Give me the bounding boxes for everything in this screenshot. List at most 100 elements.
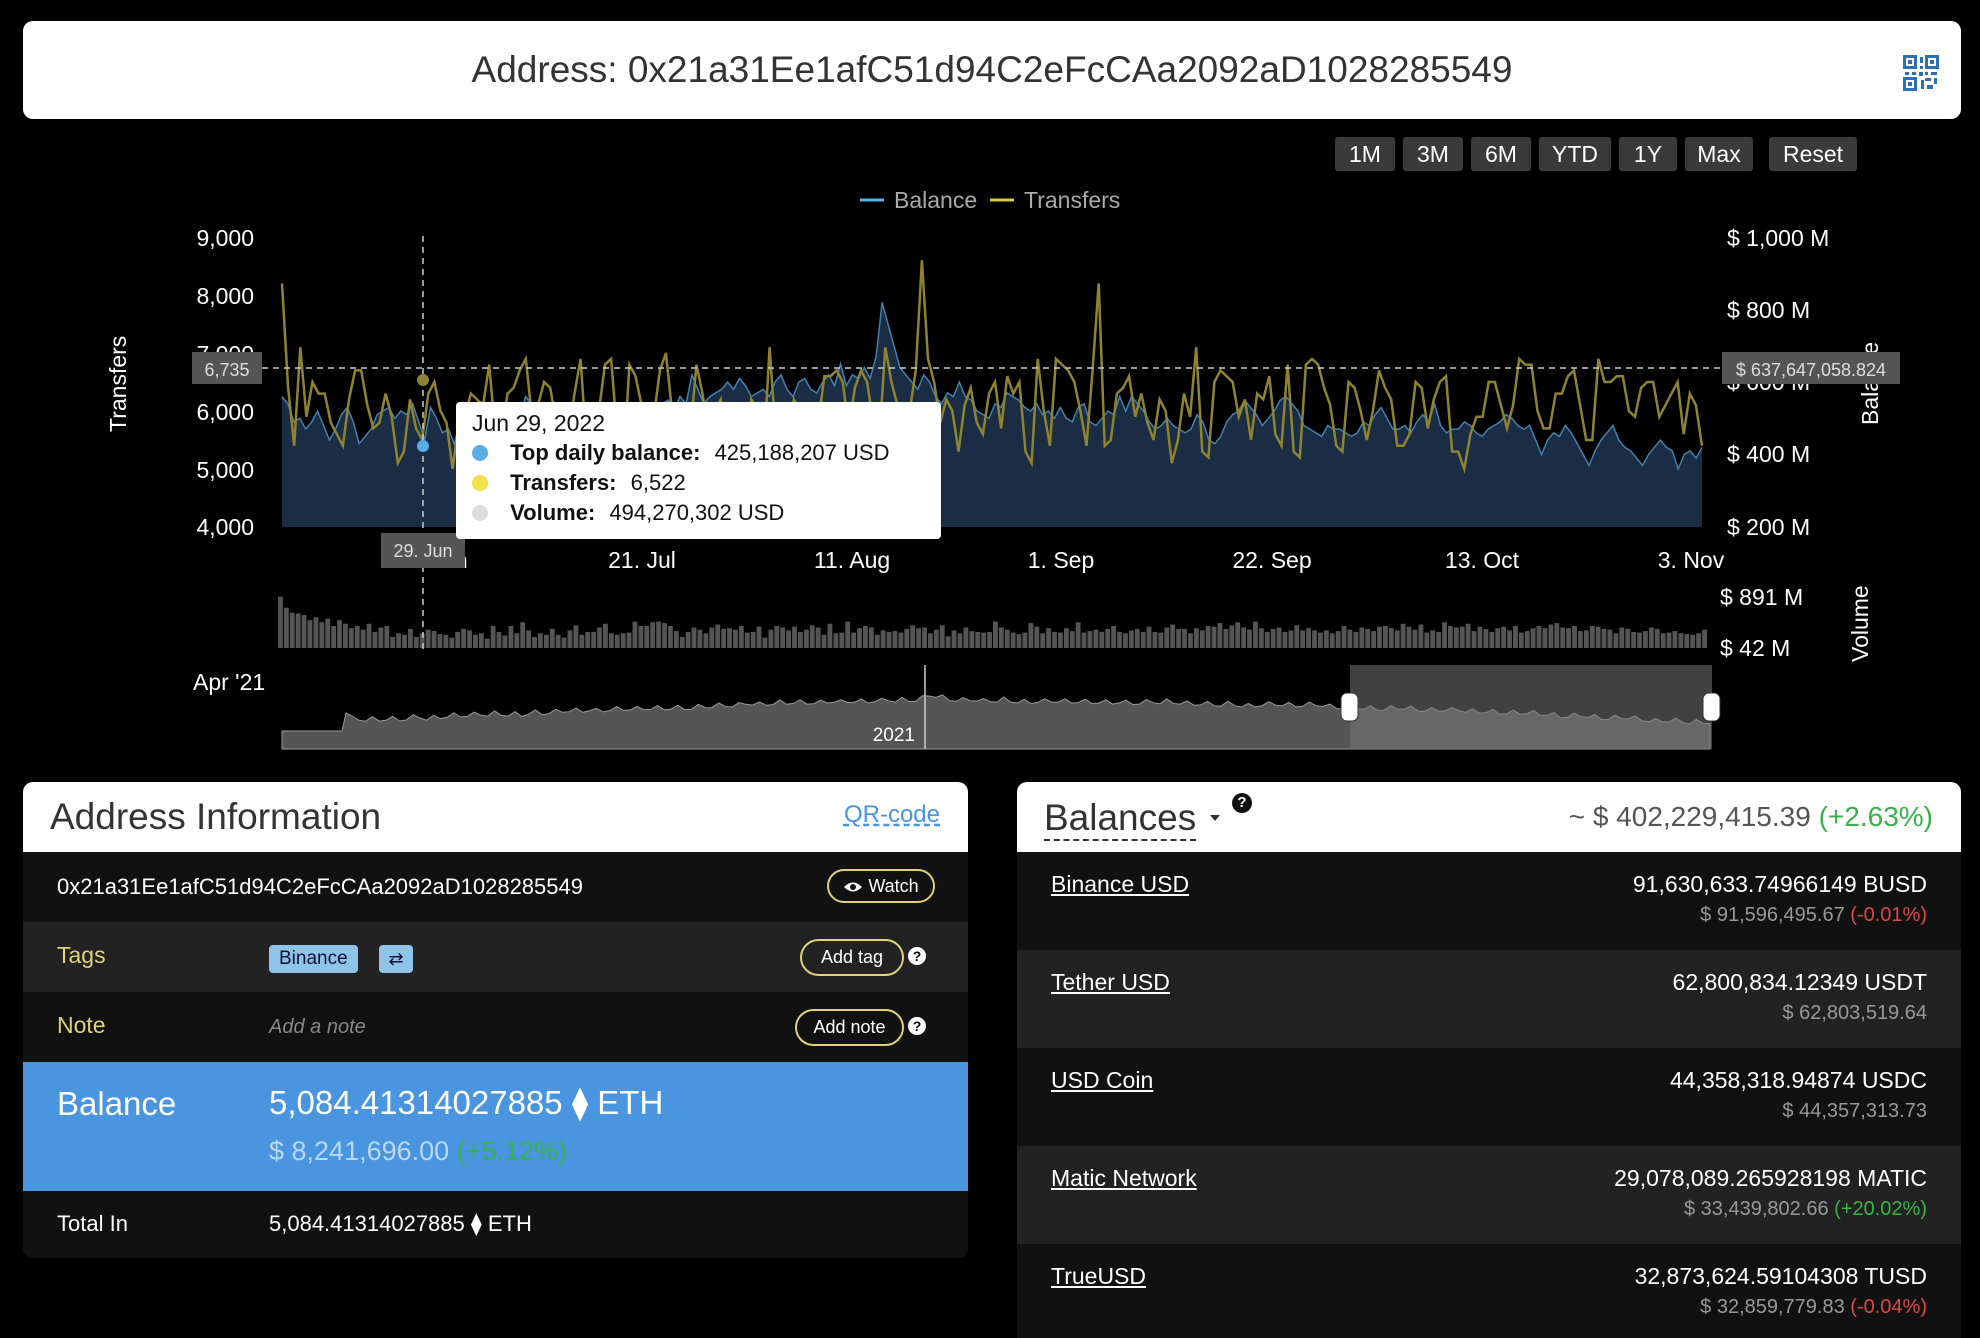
range-1y-button[interactable]: 1Y (1619, 137, 1677, 171)
range-ytd-button[interactable]: YTD (1539, 137, 1611, 171)
watch-button[interactable]: Watch (827, 869, 935, 903)
range-max-button[interactable]: Max (1685, 137, 1753, 171)
balance-transfers-chart[interactable]: Balance Transfers 9,000 8,000 7,000 6,00… (0, 180, 1980, 755)
chart-legend[interactable]: Balance Transfers (860, 187, 1120, 213)
help-icon[interactable]: ? (908, 1017, 926, 1035)
volume-bar (975, 631, 981, 648)
volume-bar (981, 632, 987, 648)
help-icon[interactable]: ? (1232, 793, 1252, 813)
caret-down-icon[interactable] (1210, 815, 1220, 821)
add-tag-button[interactable]: Add tag (800, 939, 904, 976)
balance-hover-point (417, 440, 429, 452)
volume-bar (1631, 631, 1637, 648)
balances-total-value: ~ $ 402,229,415.39 (1568, 801, 1811, 832)
volume-bar (1329, 633, 1335, 648)
tag-label: Binance (279, 948, 348, 969)
volume-bar (372, 631, 378, 648)
address-header: Address: 0x21a31Ee1afC51d94C2eFcCAa2092a… (23, 21, 1961, 119)
volume-bar (957, 633, 963, 648)
volume-bar (880, 630, 886, 648)
volume-series[interactable] (278, 596, 1707, 648)
left-tick: 9,000 (196, 225, 254, 251)
reset-zoom-button[interactable]: Reset (1769, 137, 1857, 171)
volume-bar (608, 633, 614, 648)
volume-bar (874, 634, 880, 648)
balances-card: Balances ? ~ $ 402,229,415.39 (+2.63%) B… (1017, 782, 1961, 1338)
volume-bar (1648, 627, 1654, 648)
qr-code-icon[interactable] (1903, 55, 1939, 91)
volume-bar (1111, 626, 1117, 648)
volume-bar (538, 633, 543, 648)
volume-bar (325, 618, 331, 648)
volume-bar (1010, 632, 1016, 648)
volume-bar (1318, 632, 1323, 648)
volume-bar (1323, 630, 1329, 648)
token-amount: 44,358,318.94874 USDC (1669, 1067, 1927, 1093)
volume-bar (1306, 628, 1312, 648)
volume-bar (1530, 628, 1536, 648)
volume-bar (774, 626, 780, 648)
volume-bar (289, 612, 295, 648)
volume-tick: $ 891 M (1720, 584, 1803, 610)
volume-bar (833, 633, 839, 648)
legend-balance-label[interactable]: Balance (894, 187, 977, 213)
qr-code-link[interactable]: QR-code (844, 801, 940, 829)
volume-bar (1235, 622, 1241, 648)
navigator-right-handle[interactable] (1702, 692, 1721, 722)
volume-bar (945, 636, 951, 648)
volume-bar (933, 629, 939, 648)
total-in-unit: ETH (487, 1211, 532, 1236)
volume-bar (514, 633, 520, 648)
volume-bar (1359, 627, 1365, 648)
volume-bar (1117, 631, 1122, 648)
volume-bar (1595, 626, 1601, 648)
range-6m-button[interactable]: 6M (1471, 137, 1531, 171)
volume-bar (709, 627, 715, 648)
swap-icon[interactable]: ⇄ (379, 945, 413, 973)
help-icon[interactable]: ? (908, 947, 926, 965)
volume-bar (1371, 631, 1377, 648)
volume-bar (1146, 626, 1152, 648)
volume-bar (1518, 632, 1524, 648)
volume-bar (1536, 626, 1542, 648)
volume-bar (1140, 631, 1146, 648)
volume-bar (1436, 631, 1442, 648)
range-3m-button[interactable]: 3M (1403, 137, 1463, 171)
volume-bar (1643, 631, 1648, 648)
volume-bar (579, 634, 585, 648)
volume-bar (425, 629, 431, 648)
volume-bar (821, 634, 827, 648)
volume-bar (1229, 625, 1235, 648)
token-name-link[interactable]: Matic Network (1051, 1165, 1197, 1192)
balances-title[interactable]: Balances (1044, 797, 1197, 841)
token-name-link[interactable]: USD Coin (1051, 1067, 1153, 1094)
navigator-selection[interactable] (1350, 665, 1712, 749)
eth-icon: ⧫ (571, 1084, 589, 1121)
volume-bar (1353, 631, 1359, 648)
crosshair-left-value: 6,735 (204, 360, 249, 380)
token-name-link[interactable]: Binance USD (1051, 871, 1189, 898)
tooltip-row-value: 425,188,207 USD (714, 440, 890, 465)
volume-bar (1258, 628, 1264, 648)
token-usd: $ 62,803,519.64 (1782, 1002, 1927, 1025)
volume-bar (1418, 624, 1424, 648)
tag-binance[interactable]: Binance (269, 945, 358, 973)
token-name-link[interactable]: TrueUSD (1051, 1263, 1146, 1290)
tooltip-row: Top daily balance: 425,188,207 USD (472, 440, 889, 466)
volume-bar (1123, 633, 1128, 648)
volume-bar (721, 628, 727, 648)
volume-bar (798, 631, 803, 648)
token-name-link[interactable]: Tether USD (1051, 969, 1170, 996)
navigator-left-handle[interactable] (1340, 692, 1359, 722)
volume-bar (484, 638, 490, 648)
note-input[interactable]: Add a note (269, 1016, 366, 1039)
volume-bar (1152, 631, 1158, 648)
add-note-button[interactable]: Add note (795, 1009, 904, 1046)
volume-bar (898, 632, 904, 648)
range-1m-button[interactable]: 1M (1335, 137, 1395, 171)
volume-bar (969, 631, 975, 648)
volume-bar (1170, 624, 1176, 648)
volume-bar (1424, 632, 1430, 648)
legend-transfers-label[interactable]: Transfers (1024, 187, 1120, 213)
token-usd-value: $ 91,596,495.67 (1700, 904, 1845, 926)
